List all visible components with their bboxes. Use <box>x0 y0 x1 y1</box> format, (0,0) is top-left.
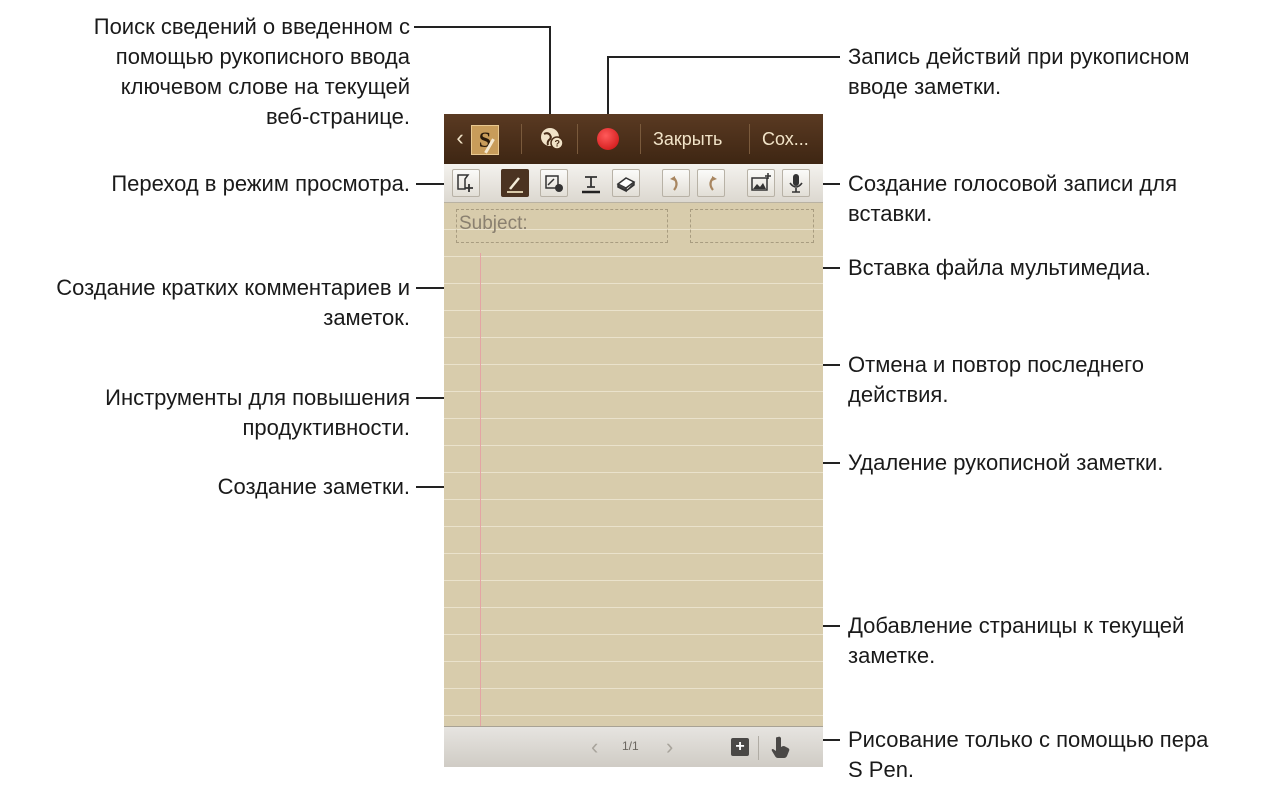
divider <box>640 124 641 154</box>
next-page-icon[interactable]: › <box>666 735 673 759</box>
callout-quick-notes: Создание кратких комментариев и заметок. <box>56 275 410 330</box>
top-action-bar: ‹ S ? Закрыть Сох... <box>444 114 823 164</box>
callout-view-mode: Переход в режим просмотра. <box>111 171 410 196</box>
microphone-icon[interactable] <box>782 169 810 197</box>
subject-field[interactable]: Subject: <box>456 209 668 243</box>
callout-voice: Создание голосовой записи для вставки. <box>848 171 1178 226</box>
prev-page-icon[interactable]: ‹ <box>591 735 598 759</box>
callout-create-note: Создание заметки. <box>217 474 410 499</box>
hand-icon[interactable] <box>770 735 792 759</box>
shapes-icon[interactable] <box>540 169 568 197</box>
pen-toolbar <box>444 164 823 203</box>
back-icon[interactable]: ‹ <box>452 125 468 151</box>
divider <box>749 124 750 154</box>
pen-icon[interactable] <box>501 169 529 197</box>
divider <box>521 124 522 154</box>
callout-media: Вставка файла мультимедиа. <box>848 255 1151 280</box>
callout-erase: Удаление рукописной заметки. <box>848 450 1164 475</box>
eraser-icon[interactable] <box>612 169 640 197</box>
subject-field-secondary[interactable] <box>690 209 814 243</box>
search-web-icon[interactable]: ? <box>540 126 564 150</box>
callout-pen-only: Рисование только с помощью пера S Pen. <box>848 727 1209 782</box>
phone-screen: ‹ S ? Закрыть Сох... Subject: ‹ 1/1 › + <box>444 114 823 767</box>
view-mode-icon[interactable] <box>452 169 480 197</box>
text-icon[interactable] <box>577 169 605 197</box>
callout-productivity: Инструменты для повышения продуктивности… <box>105 385 410 440</box>
save-button[interactable]: Сох... <box>762 114 809 164</box>
margin-line <box>480 253 481 733</box>
divider <box>758 736 759 760</box>
callout-record: Запись действий при рукописном вводе зам… <box>848 44 1190 99</box>
note-paper[interactable]: Subject: <box>444 203 823 733</box>
svg-text:?: ? <box>555 139 561 149</box>
bottom-bar: ‹ 1/1 › + <box>444 726 823 767</box>
record-icon[interactable] <box>597 128 619 150</box>
callout-undo-redo: Отмена и повтор последнего действия. <box>848 352 1144 407</box>
callout-add-page: Добавление страницы к текущей заметке. <box>848 613 1185 668</box>
insert-image-icon[interactable] <box>747 169 775 197</box>
subject-placeholder: Subject: <box>459 213 528 234</box>
undo-icon[interactable] <box>662 169 690 197</box>
page-indicator: 1/1 <box>622 739 639 753</box>
close-button[interactable]: Закрыть <box>653 114 722 164</box>
add-page-icon[interactable]: + <box>731 738 749 756</box>
divider <box>577 124 578 154</box>
callout-search: Поиск сведений о введенном с помощью рук… <box>93 14 410 129</box>
redo-icon[interactable] <box>697 169 725 197</box>
